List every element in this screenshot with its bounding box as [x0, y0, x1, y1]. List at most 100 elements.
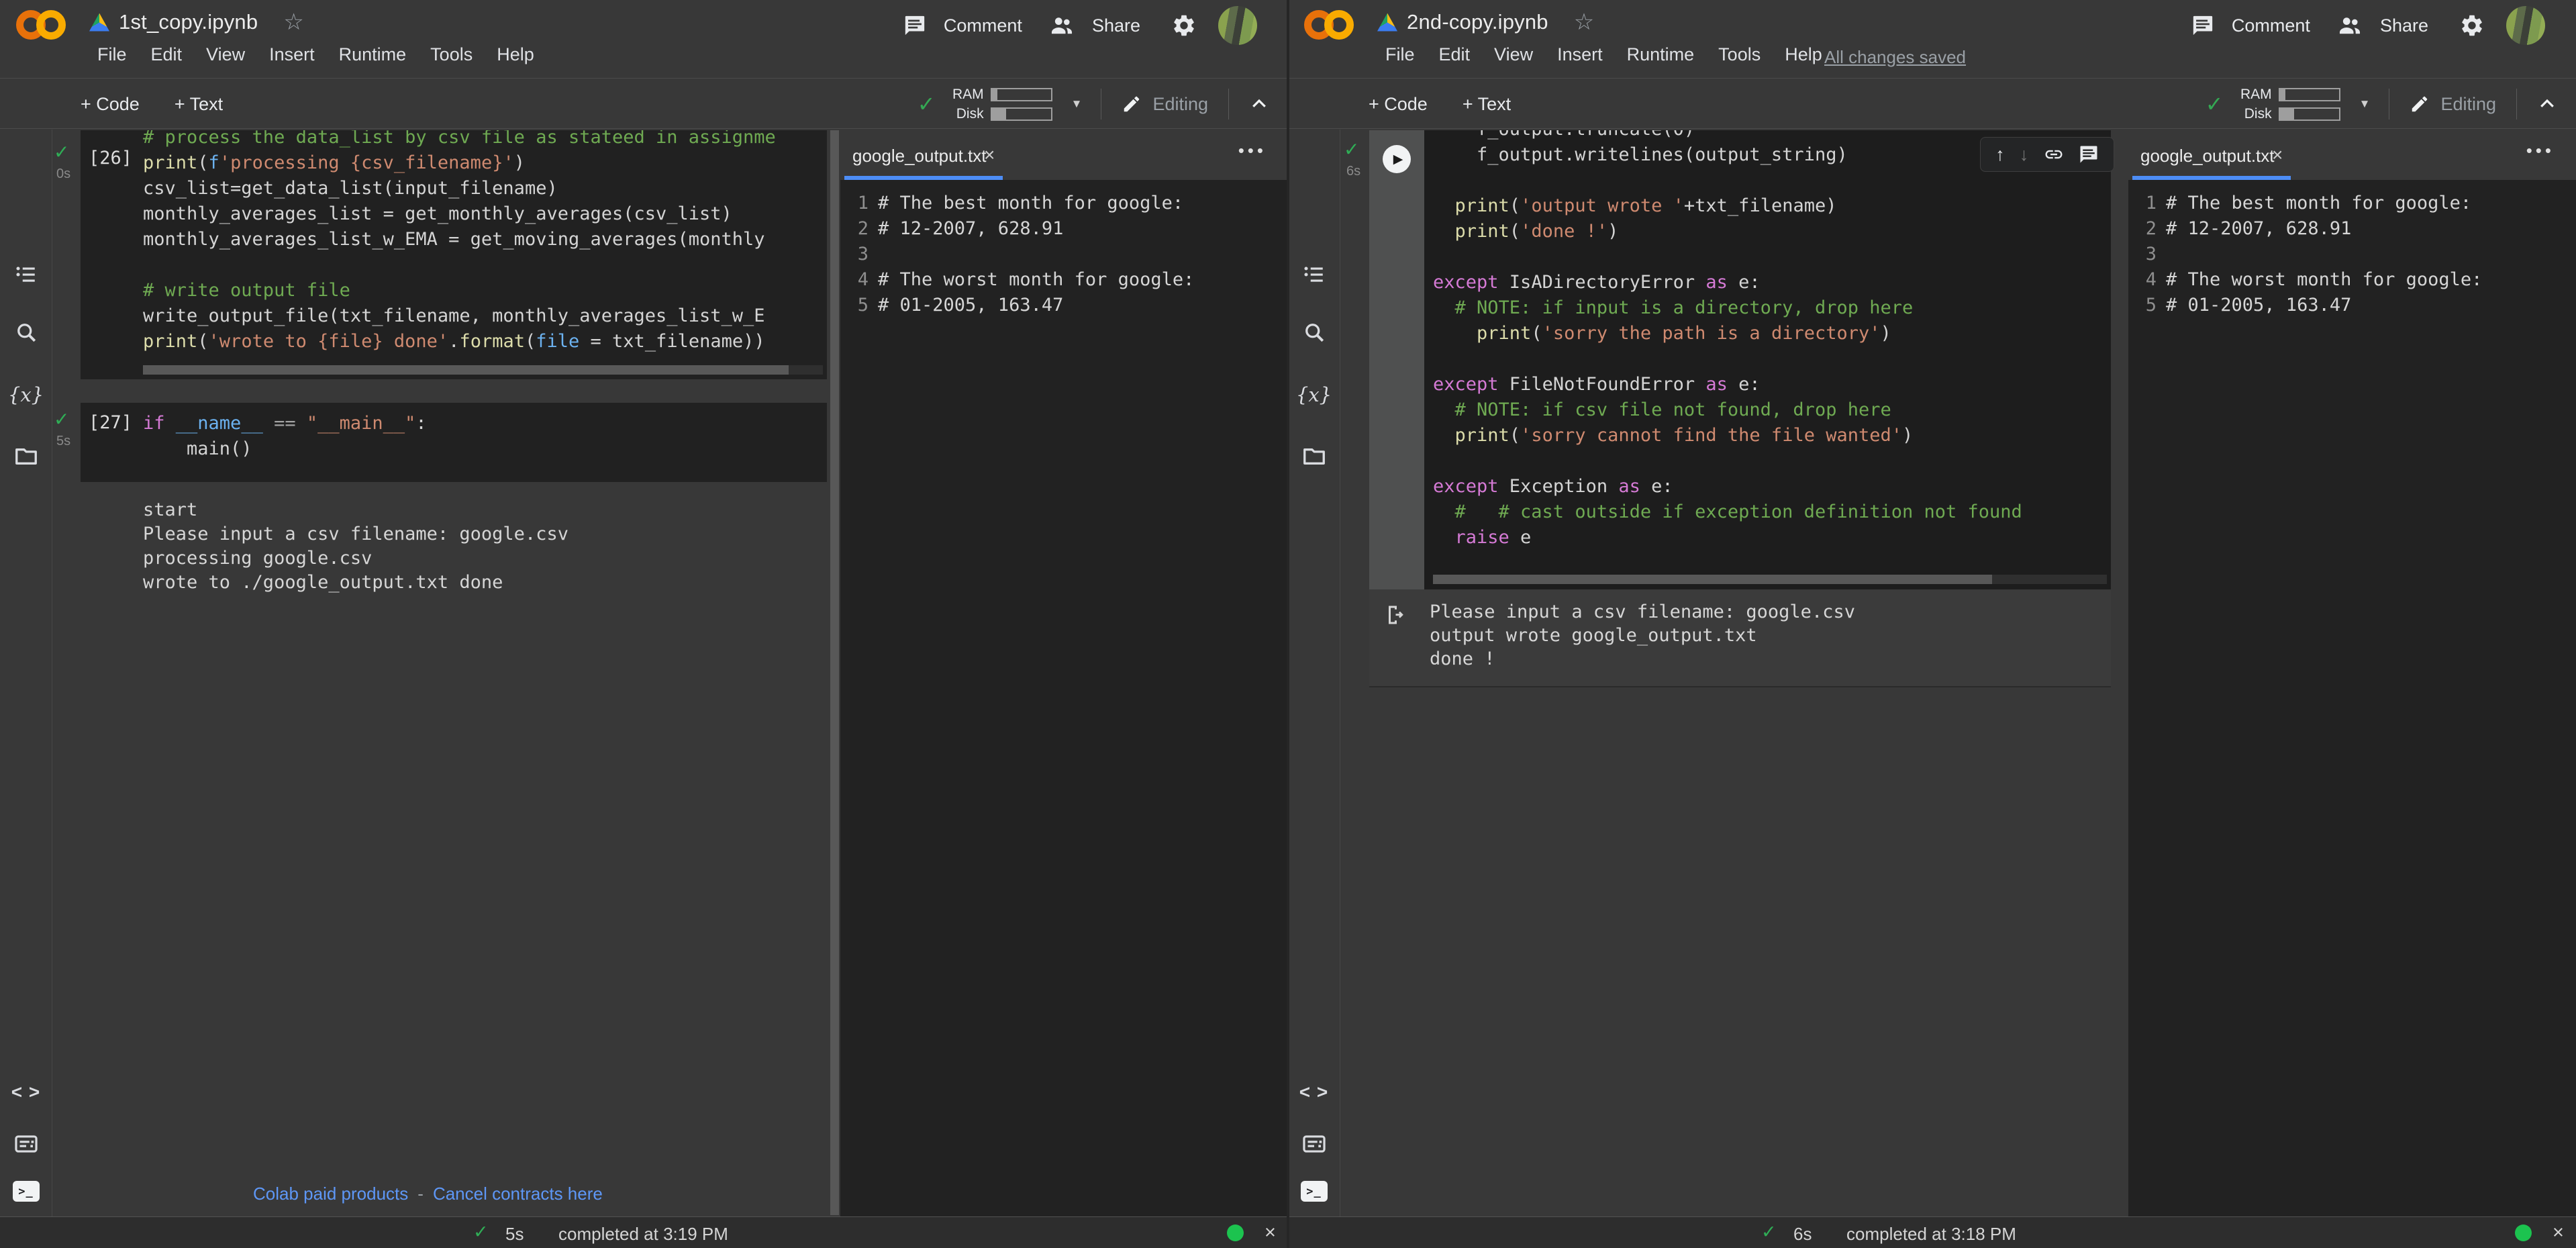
notebook-title[interactable]: 1st_copy.ipynb — [119, 10, 258, 34]
add-code-button[interactable]: + Code — [81, 94, 140, 115]
status-check-icon: ✓ — [473, 1222, 489, 1243]
menu-item-help[interactable]: Help — [497, 44, 534, 65]
star-icon[interactable]: ☆ — [283, 9, 303, 36]
menu-item-view[interactable]: View — [206, 44, 245, 65]
run-cell-button[interactable]: ▶ — [1383, 145, 1411, 173]
execution-count[interactable]: [26] — [89, 148, 132, 169]
execution-count[interactable]: [27] — [89, 412, 132, 433]
cancel-contracts-link[interactable]: Cancel contracts here — [433, 1184, 603, 1204]
close-tab-icon[interactable]: × — [984, 144, 995, 166]
window-divider — [1287, 0, 1289, 1248]
logo-ring-right — [36, 10, 66, 40]
menu-item-insert[interactable]: Insert — [269, 44, 315, 65]
comment-icon[interactable] — [903, 14, 926, 37]
menu-item-insert[interactable]: Insert — [1557, 44, 1603, 65]
resources-caret-icon[interactable]: ▼ — [2359, 97, 2371, 111]
code-snippets-icon[interactable]: < > — [11, 1082, 40, 1103]
collapse-toolbar-chevron-icon[interactable] — [2537, 94, 2557, 114]
code-cell-focused[interactable]: ▶ f_output.truncate(0) f_output.writelin… — [1369, 130, 2111, 589]
menu-item-tools[interactable]: Tools — [1718, 44, 1761, 65]
colab-paid-products-link[interactable]: Colab paid products — [253, 1184, 408, 1204]
colab-logo-icon[interactable] — [16, 7, 72, 44]
share-people-icon[interactable] — [1049, 13, 1075, 38]
add-text-button[interactable]: + Text — [1463, 94, 1511, 115]
code-snippets-icon[interactable]: < > — [1299, 1082, 1328, 1103]
file-content[interactable]: 1# The best month for google:2# 12-2007,… — [2128, 180, 2576, 1216]
status-close-icon[interactable]: × — [1265, 1222, 1276, 1244]
file-tab[interactable]: google_output.txt — [852, 146, 987, 166]
code-line: print('output wrote '+txt_filename) — [1433, 193, 2104, 219]
star-icon[interactable]: ☆ — [1574, 9, 1594, 36]
panel-more-menu-icon[interactable]: ••• — [2526, 140, 2555, 161]
disk-label: Disk — [2236, 106, 2272, 122]
save-status[interactable]: All changes saved — [1824, 47, 1966, 68]
panel-more-menu-icon[interactable]: ••• — [1238, 140, 1267, 161]
output-line: processing google.csv — [143, 546, 568, 571]
ram-disk-meter[interactable]: RAM Disk — [948, 87, 1052, 122]
cell-success-check-icon: ✓ — [54, 141, 69, 163]
search-icon[interactable] — [14, 320, 38, 344]
close-tab-icon[interactable]: × — [2272, 144, 2283, 166]
menu-item-help[interactable]: Help — [1785, 44, 1822, 65]
avatar[interactable] — [2506, 6, 2545, 45]
file-line: 1# The best month for google: — [2138, 191, 2576, 216]
command-palette-icon[interactable] — [13, 1131, 39, 1157]
command-palette-icon[interactable] — [1301, 1131, 1327, 1157]
colab-logo-icon[interactable] — [1304, 7, 1360, 44]
share-button[interactable]: Share — [1092, 15, 1140, 36]
file-content[interactable]: 1# The best month for google:2# 12-2007,… — [840, 180, 1288, 1216]
avatar[interactable] — [1218, 6, 1257, 45]
code-editor[interactable]: # process the data_list by csv file as s… — [143, 130, 824, 354]
share-people-icon[interactable] — [2337, 13, 2363, 38]
menu-item-edit[interactable]: Edit — [1439, 44, 1471, 65]
menu-item-runtime[interactable]: Runtime — [339, 44, 407, 65]
code-line: raise e — [1433, 525, 2104, 550]
collapse-toolbar-chevron-icon[interactable] — [1249, 94, 1269, 114]
search-icon[interactable] — [1302, 320, 1326, 344]
comment-button[interactable]: Comment — [2232, 15, 2310, 36]
variables-icon[interactable]: {x} — [1296, 383, 1332, 406]
footer-separator: - — [417, 1184, 424, 1204]
code-editor[interactable]: f_output.truncate(0) f_output.writelines… — [1433, 130, 2104, 550]
comment-button[interactable]: Comment — [944, 15, 1022, 36]
menu-item-runtime[interactable]: Runtime — [1627, 44, 1695, 65]
output-line: start — [143, 498, 568, 522]
notebook-title[interactable]: 2nd-copy.ipynb — [1407, 10, 1548, 34]
variables-icon[interactable]: {x} — [8, 383, 44, 406]
editing-mode-button[interactable]: Editing — [1152, 94, 1208, 115]
menu-item-file[interactable]: File — [97, 44, 127, 65]
editing-mode-button[interactable]: Editing — [2440, 94, 2496, 115]
menu-item-tools[interactable]: Tools — [430, 44, 473, 65]
code-editor[interactable]: if __name__ == "__main__": main() — [143, 411, 824, 462]
menu-item-file[interactable]: File — [1385, 44, 1415, 65]
terminal-icon[interactable]: >_ — [1301, 1181, 1328, 1202]
copy-link-to-cell-icon[interactable] — [2044, 144, 2064, 164]
horizontal-scrollbar[interactable] — [1433, 575, 2107, 584]
status-close-icon[interactable]: × — [2553, 1222, 2564, 1244]
horizontal-scrollbar[interactable] — [143, 365, 823, 375]
ram-disk-meter[interactable]: RAM Disk — [2236, 87, 2340, 122]
file-tab[interactable]: google_output.txt — [2140, 146, 2275, 166]
terminal-icon[interactable]: >_ — [13, 1181, 40, 1202]
output-icon[interactable] — [1383, 603, 1407, 627]
add-comment-icon[interactable] — [2079, 144, 2099, 164]
comment-icon[interactable] — [2191, 14, 2214, 37]
code-cell-27[interactable]: [27] if __name__ == "__main__": main() — [81, 403, 827, 482]
table-of-contents-icon[interactable] — [14, 262, 38, 287]
notebook-scrollbar[interactable] — [830, 130, 839, 1215]
settings-gear-icon[interactable] — [2459, 13, 2485, 38]
menu-item-view[interactable]: View — [1494, 44, 1533, 65]
settings-gear-icon[interactable] — [1171, 13, 1197, 38]
share-button[interactable]: Share — [2380, 15, 2428, 36]
menu-item-edit[interactable]: Edit — [151, 44, 183, 65]
resources-caret-icon[interactable]: ▼ — [1071, 97, 1083, 111]
files-folder-icon[interactable] — [1301, 444, 1327, 469]
add-text-button[interactable]: + Text — [175, 94, 223, 115]
files-folder-icon[interactable] — [13, 444, 39, 469]
move-cell-down-icon[interactable]: ↓ — [2020, 144, 2029, 165]
table-of-contents-icon[interactable] — [1302, 262, 1326, 287]
move-cell-up-icon[interactable]: ↑ — [1995, 144, 2005, 165]
disk-label: Disk — [948, 106, 984, 122]
code-cell-26[interactable]: [26] # process the data_list by csv file… — [81, 130, 827, 379]
add-code-button[interactable]: + Code — [1369, 94, 1428, 115]
